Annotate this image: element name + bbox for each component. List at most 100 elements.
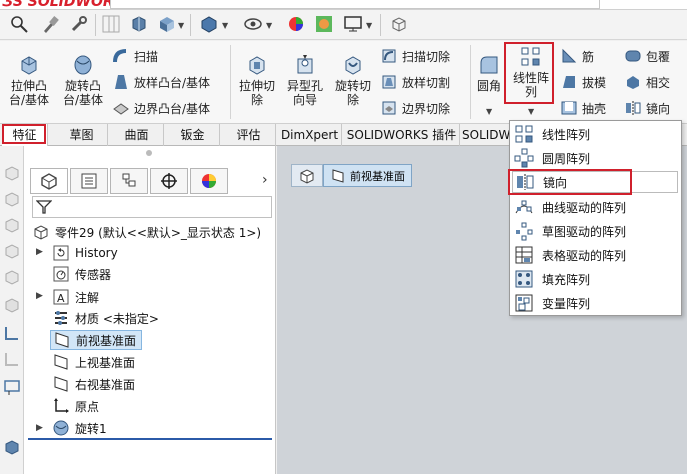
property-list-icon bbox=[81, 173, 97, 189]
tree-item-right-plane[interactable]: 右视基准面 bbox=[52, 374, 135, 394]
revolve-feature-icon bbox=[52, 419, 70, 437]
tab-evaluate[interactable]: 评估 bbox=[222, 124, 276, 146]
part-icon[interactable] bbox=[128, 13, 150, 35]
draft-button[interactable]: 拔模 bbox=[560, 71, 606, 93]
tree-root[interactable]: 零件29 (默认<<默认>_显示状态 1>) bbox=[32, 222, 261, 242]
tree-item-revolve1[interactable]: 旋转1 bbox=[52, 418, 107, 438]
brush-icon[interactable] bbox=[40, 13, 62, 35]
dimxpert-manager-tab[interactable] bbox=[150, 168, 188, 194]
intersect-icon bbox=[624, 73, 642, 91]
configuration-manager-tab[interactable] bbox=[110, 168, 148, 194]
feature-tree-tab[interactable] bbox=[30, 168, 68, 194]
revolve-boss-button[interactable]: 旋转凸 台/基体 bbox=[56, 53, 110, 107]
linear-pattern-icon bbox=[514, 124, 534, 144]
tree-item-history[interactable]: History bbox=[52, 243, 118, 263]
tree-item-origin[interactable]: 原点 bbox=[52, 396, 99, 416]
display-manager-tab[interactable] bbox=[190, 168, 228, 194]
expand-arrow-icon[interactable]: ▶ bbox=[36, 423, 43, 433]
hide-show-icon[interactable] bbox=[242, 13, 264, 35]
cube-icon[interactable] bbox=[3, 216, 21, 234]
tab-solidworks-addins[interactable]: SOLIDWORKS 插件 bbox=[344, 124, 460, 146]
menu-item-curve-driven-pattern[interactable]: 曲线驱动的阵列 bbox=[514, 196, 678, 218]
boundary-cut-button[interactable]: 边界切除 bbox=[380, 97, 450, 119]
menu-item-sketch-driven-pattern[interactable]: 草图驱动的阵列 bbox=[514, 220, 678, 242]
hide-lines-icon[interactable] bbox=[3, 324, 21, 342]
title-field bbox=[110, 0, 600, 9]
fillet-button[interactable]: 圆角 bbox=[474, 53, 504, 93]
breadcrumb-part[interactable] bbox=[291, 164, 323, 187]
table-pattern-icon bbox=[514, 245, 534, 265]
view-orientation-icon[interactable] bbox=[156, 13, 178, 35]
rib-button[interactable]: 筋 bbox=[560, 45, 594, 67]
part-view-icon[interactable] bbox=[3, 438, 21, 456]
feature-manager-panel: › 零件29 (默认<<默认>_显示状态 1>) ▶ History 传感器 ▶… bbox=[24, 146, 276, 474]
property-manager-tab[interactable] bbox=[70, 168, 108, 194]
mirror-button[interactable]: 镜向 bbox=[624, 97, 670, 119]
sweep-cut-button[interactable]: 扫描切除 bbox=[380, 45, 450, 67]
menu-item-table-driven-pattern[interactable]: 表格驱动的阵列 bbox=[514, 244, 678, 266]
mirror-highlight bbox=[508, 169, 632, 195]
menu-item-variable-pattern[interactable]: 变量阵列 bbox=[514, 292, 678, 314]
annotation-icon: A bbox=[52, 288, 70, 306]
loft-boss-button[interactable]: 放样凸台/基体 bbox=[112, 71, 210, 93]
tree-item-sensors[interactable]: 传感器 bbox=[52, 264, 111, 284]
linear-pattern-highlight bbox=[504, 42, 554, 104]
appearance-icon[interactable] bbox=[285, 13, 307, 35]
tree-item-top-plane[interactable]: 上视基准面 bbox=[52, 352, 135, 372]
sweep-button[interactable]: 扫描 bbox=[112, 45, 158, 67]
tab-solidworks-more[interactable]: SOLIDW bbox=[462, 124, 510, 146]
rollback-bar[interactable] bbox=[28, 438, 272, 440]
monitor-icon[interactable] bbox=[342, 13, 364, 35]
loft-boss-icon bbox=[112, 73, 130, 91]
revolve-cut-button[interactable]: 旋转切 除 bbox=[330, 53, 376, 107]
shell-button[interactable]: 抽壳 bbox=[560, 97, 606, 119]
hole-wizard-button[interactable]: 异型孔 向导 bbox=[282, 53, 328, 107]
revolve-cut-icon bbox=[341, 53, 365, 77]
tree-item-front-plane[interactable]: 前视基准面 bbox=[50, 330, 142, 350]
menu-item-fill-pattern[interactable]: 填充阵列 bbox=[514, 268, 678, 290]
tree-item-annotations[interactable]: A 注解 bbox=[52, 287, 99, 307]
tab-sketch[interactable]: 草图 bbox=[56, 124, 108, 146]
menu-item-linear-pattern[interactable]: 线性阵列 bbox=[514, 123, 678, 145]
variable-pattern-icon bbox=[514, 293, 534, 313]
grid-icon[interactable] bbox=[100, 13, 122, 35]
breadcrumb[interactable]: 前视基准面 bbox=[291, 164, 412, 187]
menu-item-circular-pattern[interactable]: 圆周阵列 bbox=[514, 147, 678, 169]
cube-icon[interactable] bbox=[3, 268, 21, 286]
hole-wizard-icon bbox=[293, 53, 317, 77]
scene-icon[interactable] bbox=[313, 13, 335, 35]
tree-item-material[interactable]: 材质 <未指定> bbox=[52, 308, 159, 328]
panel-grip[interactable] bbox=[146, 150, 152, 156]
plane-icon bbox=[52, 375, 70, 393]
tab-sheet-metal[interactable]: 钣金 bbox=[166, 124, 220, 146]
expand-arrow-icon[interactable]: ▶ bbox=[36, 247, 43, 257]
expand-arrow-icon[interactable]: ▶ bbox=[36, 291, 43, 301]
smart-dimension-icon[interactable] bbox=[8, 13, 30, 35]
cube-icon[interactable] bbox=[3, 296, 21, 314]
wrap-icon bbox=[624, 47, 642, 65]
display-style-icon[interactable] bbox=[198, 13, 220, 35]
extrude-cut-button[interactable]: 拉伸切 除 bbox=[234, 53, 280, 107]
cube-icon[interactable] bbox=[3, 164, 21, 182]
svg-text:A: A bbox=[57, 292, 65, 305]
quick-access-toolbar: ▼ ▼ ▼ ▼ bbox=[0, 10, 687, 40]
extrude-boss-button[interactable]: 拉伸凸 台/基体 bbox=[4, 53, 54, 107]
wrap-button[interactable]: 包覆 bbox=[624, 45, 670, 67]
tree-filter-input[interactable] bbox=[32, 196, 272, 218]
chevron-right-icon[interactable]: › bbox=[262, 172, 268, 188]
cube-icon[interactable] bbox=[3, 190, 21, 208]
view-cube-icon[interactable] bbox=[388, 13, 410, 35]
plane-icon bbox=[53, 331, 71, 349]
tab-surfaces[interactable]: 曲面 bbox=[110, 124, 164, 146]
breadcrumb-current[interactable]: 前视基准面 bbox=[323, 164, 412, 187]
intersect-button[interactable]: 相交 bbox=[624, 71, 670, 93]
loft-cut-button[interactable]: 放样切割 bbox=[380, 71, 450, 93]
section-view-icon[interactable] bbox=[3, 378, 21, 396]
wrench-icon[interactable] bbox=[68, 13, 90, 35]
corner-icon[interactable] bbox=[3, 350, 21, 368]
tab-dimxpert[interactable]: DimXpert bbox=[278, 124, 342, 146]
filter-icon bbox=[36, 200, 52, 214]
cube-icon[interactable] bbox=[3, 242, 21, 260]
boundary-boss-button[interactable]: 边界凸台/基体 bbox=[112, 97, 210, 119]
sweep-icon bbox=[112, 47, 130, 65]
